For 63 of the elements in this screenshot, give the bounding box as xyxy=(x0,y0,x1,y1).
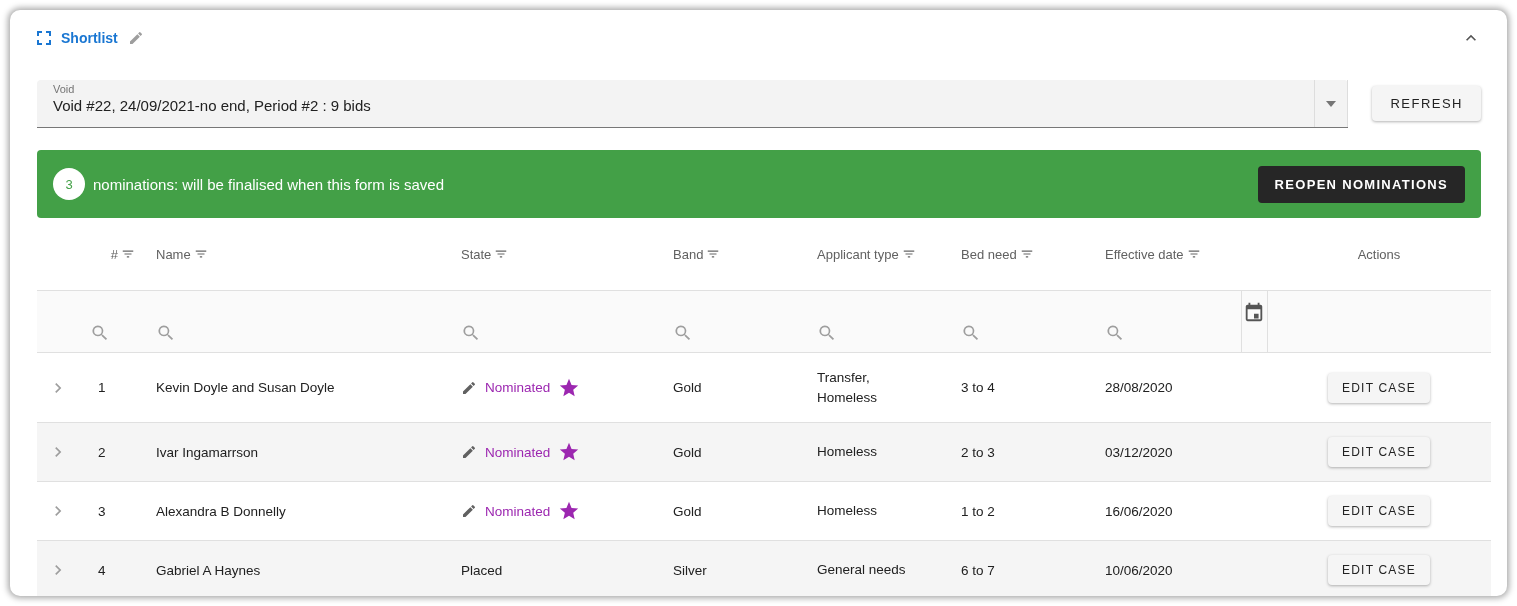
star-icon xyxy=(558,441,581,463)
effective-date-cell: 16/06/2020 xyxy=(1105,503,1173,519)
search-icon xyxy=(961,323,981,343)
state-text: Nominated xyxy=(485,444,551,460)
edit-case-button[interactable]: EDIT CASE xyxy=(1328,372,1430,403)
bed-need-cell: 1 to 2 xyxy=(961,503,995,519)
search-icon xyxy=(817,323,837,343)
edit-state-icon[interactable] xyxy=(461,379,477,396)
edit-state-icon[interactable] xyxy=(461,444,477,460)
edit-case-button[interactable]: EDIT CASE xyxy=(1328,555,1430,585)
name-cell: Ivar Ingamarrson xyxy=(156,444,259,460)
column-header[interactable]: # xyxy=(110,246,118,262)
name-cell: Gabriel A Haynes xyxy=(156,562,261,578)
column-header[interactable]: Band xyxy=(673,246,704,262)
search-icon xyxy=(1105,323,1125,343)
band-cell: Gold xyxy=(673,380,702,395)
row-number: 1 xyxy=(98,380,106,395)
dropdown-arrow-icon[interactable] xyxy=(1326,100,1337,107)
count-badge: 3 xyxy=(53,168,85,200)
edit-case-button[interactable]: EDIT CASE xyxy=(1328,496,1430,526)
bed-need-cell: 3 to 4 xyxy=(961,380,995,395)
applicant-type-cell-text: Homeless xyxy=(817,502,879,520)
select-label: Void xyxy=(53,83,76,95)
star-icon xyxy=(558,500,581,522)
panel-title: Shortlist xyxy=(61,30,118,46)
name-cell: Kevin Doyle and Susan Doyle xyxy=(156,380,335,395)
state-text: Nominated xyxy=(485,380,551,395)
state-text: Placed xyxy=(461,562,503,578)
search-icon xyxy=(673,323,693,343)
applicant-type-cell-text: General needs xyxy=(817,561,907,579)
applicant-type-cell-text: Homeless xyxy=(817,443,879,461)
search-icon xyxy=(461,323,481,343)
row-number: 3 xyxy=(98,503,106,519)
select-value: Void #22, 24/09/2021-no end, Period #2 : 9 bids xyxy=(53,97,372,114)
expand-icon[interactable] xyxy=(37,31,51,45)
refresh-button[interactable]: REFRESH xyxy=(1372,86,1481,121)
effective-date-cell: 03/12/2020 xyxy=(1105,444,1173,460)
band-cell: Gold xyxy=(673,503,702,519)
bed-need-cell: 2 to 3 xyxy=(961,444,995,460)
column-header[interactable]: Name xyxy=(156,246,191,262)
edit-state-icon[interactable] xyxy=(461,503,477,519)
column-header[interactable]: Effective date xyxy=(1105,246,1184,262)
void-select[interactable]: Void Void #22, 24/09/2021-no end, Period #2 : 9 bids xyxy=(37,80,1349,128)
edit-case-button[interactable]: EDIT CASE xyxy=(1328,437,1430,467)
search-icon xyxy=(156,323,176,343)
name-cell: Alexandra B Donnelly xyxy=(156,503,286,519)
row-number: 4 xyxy=(98,562,106,578)
search-icon xyxy=(90,323,110,343)
effective-date-cell: 10/06/2020 xyxy=(1105,562,1173,578)
applicant-type-cell-text: Transfer, Homeless xyxy=(817,368,879,407)
edit-title-icon[interactable] xyxy=(127,30,144,46)
column-header[interactable]: State xyxy=(461,246,492,262)
row-number: 2 xyxy=(98,444,106,460)
effective-date-cell: 28/08/2020 xyxy=(1105,380,1173,395)
bed-need-cell: 6 to 7 xyxy=(961,562,995,578)
column-header[interactable]: Applicant type xyxy=(817,246,899,262)
column-header[interactable]: Bed need xyxy=(961,246,1017,262)
reopen-nominations-button[interactable]: REOPEN NOMINATIONS xyxy=(1257,165,1465,203)
band-cell: Silver xyxy=(673,562,707,578)
banner-message: nominations: will be finalised when this form is saved xyxy=(93,175,444,193)
state-text: Nominated xyxy=(485,503,551,519)
band-cell: Gold xyxy=(673,444,702,460)
column-header[interactable]: Actions xyxy=(1357,246,1401,262)
